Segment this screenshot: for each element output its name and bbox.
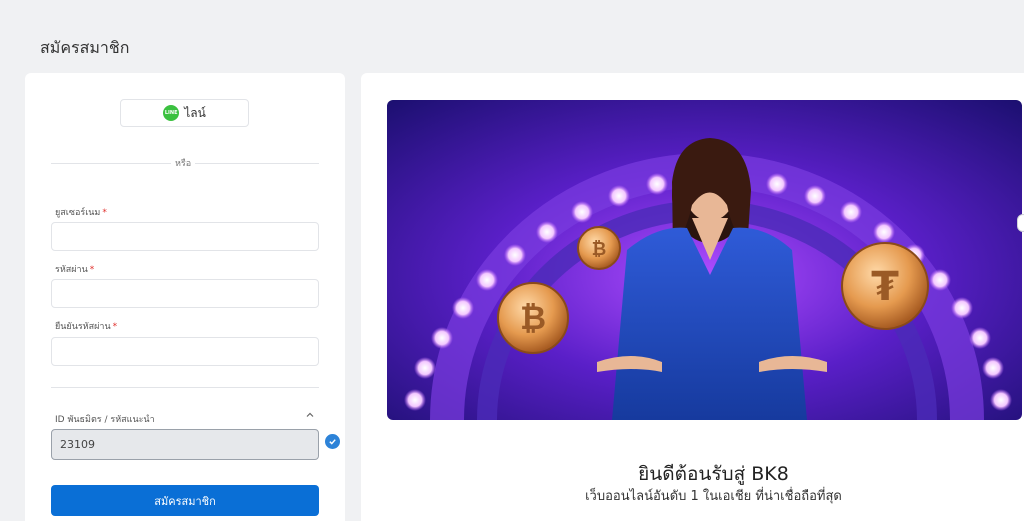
line-icon: LINE [163,105,180,121]
password-label-text: รหัสผ่าน [55,265,88,275]
promo-banner-image: ₿ ₿ ₮ [387,100,1022,420]
required-marker: * [102,208,107,218]
confirm-password-label-text: ยืนยันรหัสผ่าน [55,322,111,332]
referral-label: ID พันธมิตร / รหัสแนะนำ [55,415,155,425]
or-separator: หรือ [171,156,196,170]
chevron-up-icon[interactable] [305,410,315,420]
confirm-password-input[interactable] [51,337,319,366]
registration-form: LINE ไลน์ หรือ ยูสเซอร์เนม * รหัสผ่าน * ยื… [25,73,345,521]
register-button[interactable]: สมัครสมาชิก [51,485,319,516]
divider [51,387,319,388]
promo-panel: ₿ ₿ ₮ ยินดีต้อนรับสู่ BK8 เว็บออนไลน์อัน… [361,73,1024,521]
referral-input[interactable] [51,429,319,460]
line-login-button[interactable]: LINE ไลน์ [120,99,249,127]
password-input[interactable] [51,279,319,308]
username-label: ยูสเซอร์เนม * [55,205,107,219]
password-label: รหัสผ่าน * [55,262,94,276]
svg-text:₿: ₿ [520,299,546,337]
verified-check-icon [325,434,340,449]
carousel-next-handle[interactable] [1017,214,1024,232]
required-marker: * [112,322,118,332]
svg-text:₮: ₮ [871,264,899,310]
required-marker: * [89,265,95,275]
line-login-label: ไลน์ [184,105,206,120]
username-label-text: ยูสเซอร์เนม [55,208,101,218]
welcome-subtitle: เว็บออนไลน์อันดับ 1 ในเอเชีย ที่น่าเชื่อ… [585,489,842,504]
username-input[interactable] [51,222,319,251]
page-title: สมัครสมาชิก [40,38,130,57]
svg-text:₿: ₿ [592,239,607,260]
confirm-password-label: ยืนยันรหัสผ่าน * [55,319,117,333]
banner-illustration: ₿ ₿ ₮ [387,100,1022,420]
